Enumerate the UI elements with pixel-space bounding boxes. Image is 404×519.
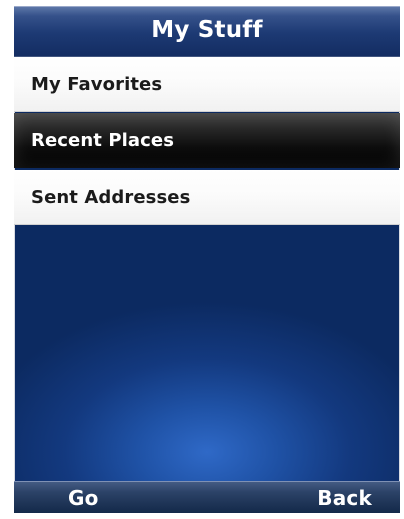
menu-item-my-favorites[interactable]: My Favorites [14, 57, 400, 112]
go-button[interactable]: Go [68, 486, 99, 510]
phone-screen: My Stuff My Favorites Recent Places Sent… [14, 6, 400, 513]
device-frame: My Stuff My Favorites Recent Places Sent… [0, 0, 404, 519]
menu-item-recent-places[interactable]: Recent Places [14, 113, 400, 168]
softkey-bar: Go Back [14, 481, 400, 513]
page-title: My Stuff [151, 17, 263, 43]
title-bar: My Stuff [14, 6, 400, 57]
menu-item-label: Recent Places [31, 130, 175, 151]
menu-item-sent-addresses[interactable]: Sent Addresses [14, 170, 400, 225]
menu-item-label: My Favorites [31, 73, 163, 95]
back-button[interactable]: Back [317, 486, 372, 510]
menu-item-label: Sent Addresses [31, 186, 191, 208]
